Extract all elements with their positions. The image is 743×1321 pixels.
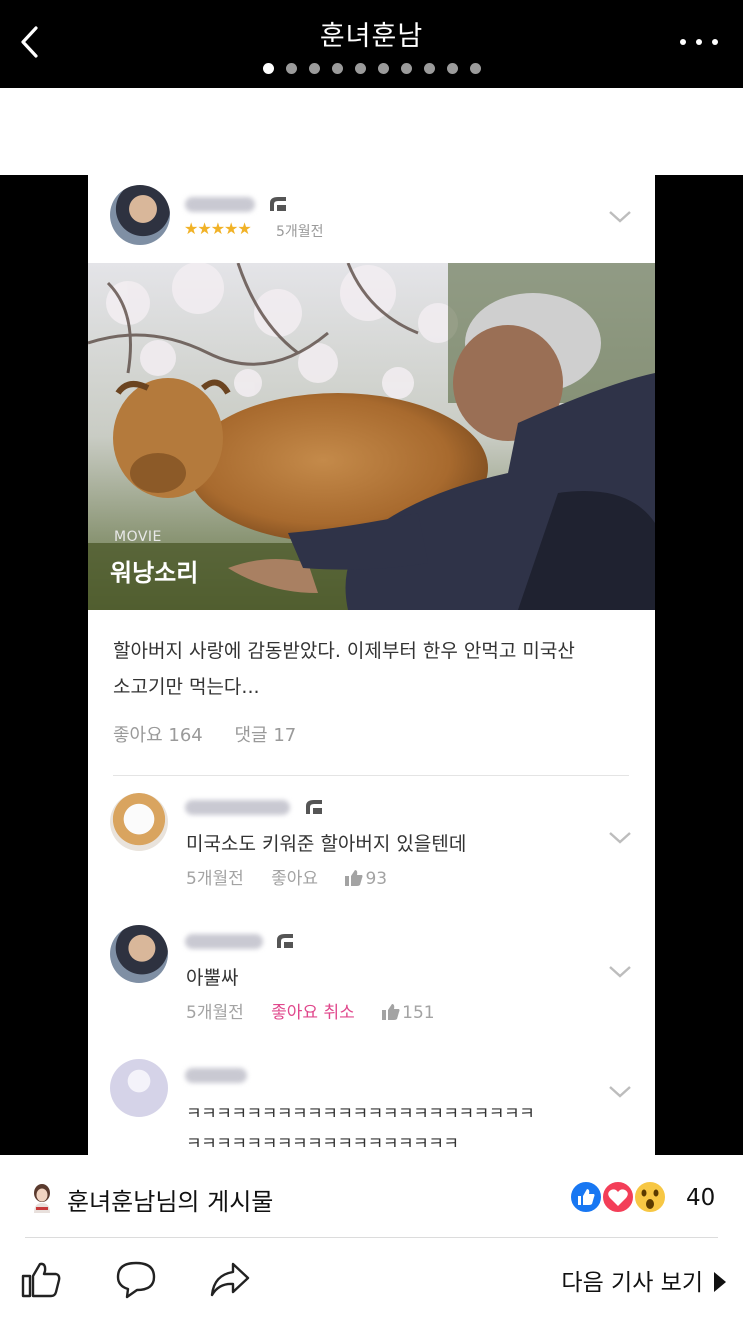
page-dot[interactable] — [262, 63, 274, 74]
chevron-down-icon[interactable] — [608, 1085, 632, 1099]
page-dot[interactable] — [354, 63, 366, 74]
comment-unlike-button[interactable]: 좋아요 취소 — [271, 1003, 355, 1023]
commenter-name-blurred — [185, 934, 263, 949]
comment-like-count: 93 — [345, 869, 387, 889]
page-dot[interactable] — [469, 63, 481, 74]
divider — [25, 1237, 718, 1238]
love-reaction-icon — [601, 1180, 635, 1214]
comment-like-number: 93 — [365, 869, 388, 889]
comment-meta: 5개월전 좋아요 93 — [186, 864, 387, 889]
post-image-frame[interactable]: ★★★★★ 5개월전 MOVIE 워낭소리 할아버지 사랑에 감동받았다. 이제… — [0, 175, 743, 1155]
like-button-icon[interactable] — [20, 1259, 62, 1299]
page-dot[interactable] — [331, 63, 343, 74]
page-dot[interactable] — [423, 63, 435, 74]
page-title: 훈녀훈남 — [319, 21, 424, 52]
top-bar: 훈녀훈남 — [0, 0, 743, 88]
next-article-button[interactable]: 다음 기사 보기 — [561, 1263, 727, 1297]
commenter-avatar — [110, 925, 168, 983]
divider — [113, 775, 629, 776]
reviewer-badge-icon — [277, 934, 293, 948]
thumbs-up-icon — [345, 870, 363, 886]
movie-still-image[interactable]: MOVIE 워낭소리 — [88, 263, 655, 610]
page-dot[interactable] — [285, 63, 297, 74]
thumbs-up-icon — [382, 1004, 400, 1020]
review-text: 할아버지 사랑에 감동받았다. 이제부터 한우 안먹고 미국산 소고기만 먹는다… — [113, 633, 638, 705]
post-footer: 훈녀훈남님의 게시물 40 다음 기사 보기 — [0, 1155, 743, 1321]
author-name-blurred — [185, 197, 255, 212]
wow-reaction-icon — [633, 1180, 667, 1214]
commenter-name-blurred — [185, 800, 290, 815]
reviewer-badge-icon — [270, 197, 286, 211]
review-text-line: 소고기만 먹는다... — [113, 676, 260, 698]
rating-stars: ★★★★★ — [184, 219, 252, 238]
comment-time: 5개월전 — [186, 869, 244, 889]
next-article-label: 다음 기사 보기 — [561, 1270, 703, 1296]
review-text-line: 할아버지 사랑에 감동받았다. 이제부터 한우 안먹고 미국산 — [113, 640, 575, 662]
chevron-down-icon[interactable] — [608, 210, 632, 224]
like-count[interactable]: 좋아요 164 — [113, 725, 203, 746]
comment-count[interactable]: 댓글 17 — [235, 725, 297, 746]
movie-category-label: MOVIE — [114, 529, 162, 545]
more-options-icon[interactable] — [677, 30, 721, 54]
post-time: 5개월전 — [276, 224, 324, 240]
chevron-down-icon[interactable] — [608, 831, 632, 845]
page-profile-icon[interactable] — [30, 1183, 54, 1213]
comment-text: ㅋㅋㅋㅋㅋㅋㅋㅋㅋㅋㅋㅋㅋㅋㅋㅋㅋㅋ — [186, 1134, 459, 1154]
comment-button-icon[interactable] — [115, 1259, 157, 1299]
reaction-icons[interactable] — [568, 1179, 678, 1215]
reaction-count[interactable]: 40 — [686, 1185, 715, 1211]
page-dot[interactable] — [308, 63, 320, 74]
comment-like-button[interactable]: 좋아요 — [271, 869, 318, 889]
comment-like-number: 151 — [402, 1003, 435, 1023]
page-dot[interactable] — [400, 63, 412, 74]
page-dot[interactable] — [446, 63, 458, 74]
reviewer-badge-icon — [306, 800, 322, 814]
page-indicator — [0, 63, 743, 74]
review-card: ★★★★★ 5개월전 MOVIE 워낭소리 할아버지 사랑에 감동받았다. 이제… — [88, 175, 655, 1155]
comment-meta: 5개월전 좋아요 취소 151 — [186, 998, 435, 1023]
share-button-icon[interactable] — [209, 1259, 251, 1299]
like-reaction-icon — [569, 1180, 603, 1214]
commenter-avatar — [110, 793, 168, 851]
review-stats: 좋아요 164 댓글 17 — [113, 721, 322, 747]
post-owner-label[interactable]: 훈녀훈남님의 게시물 — [67, 1182, 273, 1217]
movie-title: 워낭소리 — [110, 559, 199, 587]
comment-text: 아뿔싸 — [186, 967, 239, 989]
play-arrow-icon — [714, 1272, 726, 1292]
chevron-down-icon[interactable] — [608, 965, 632, 979]
comment-time: 5개월전 — [186, 1003, 244, 1023]
commenter-avatar — [110, 1059, 168, 1117]
commenter-name-blurred — [185, 1068, 247, 1083]
comment-text: 미국소도 키워준 할아버지 있을텐데 — [186, 833, 467, 855]
comment-like-count: 151 — [382, 1003, 435, 1023]
page-dot[interactable] — [377, 63, 389, 74]
comment-text: ㅋㅋㅋㅋㅋㅋㅋㅋㅋㅋㅋㅋㅋㅋㅋㅋㅋㅋㅋㅋㅋㅋㅋ — [186, 1104, 535, 1124]
author-avatar — [110, 185, 170, 245]
